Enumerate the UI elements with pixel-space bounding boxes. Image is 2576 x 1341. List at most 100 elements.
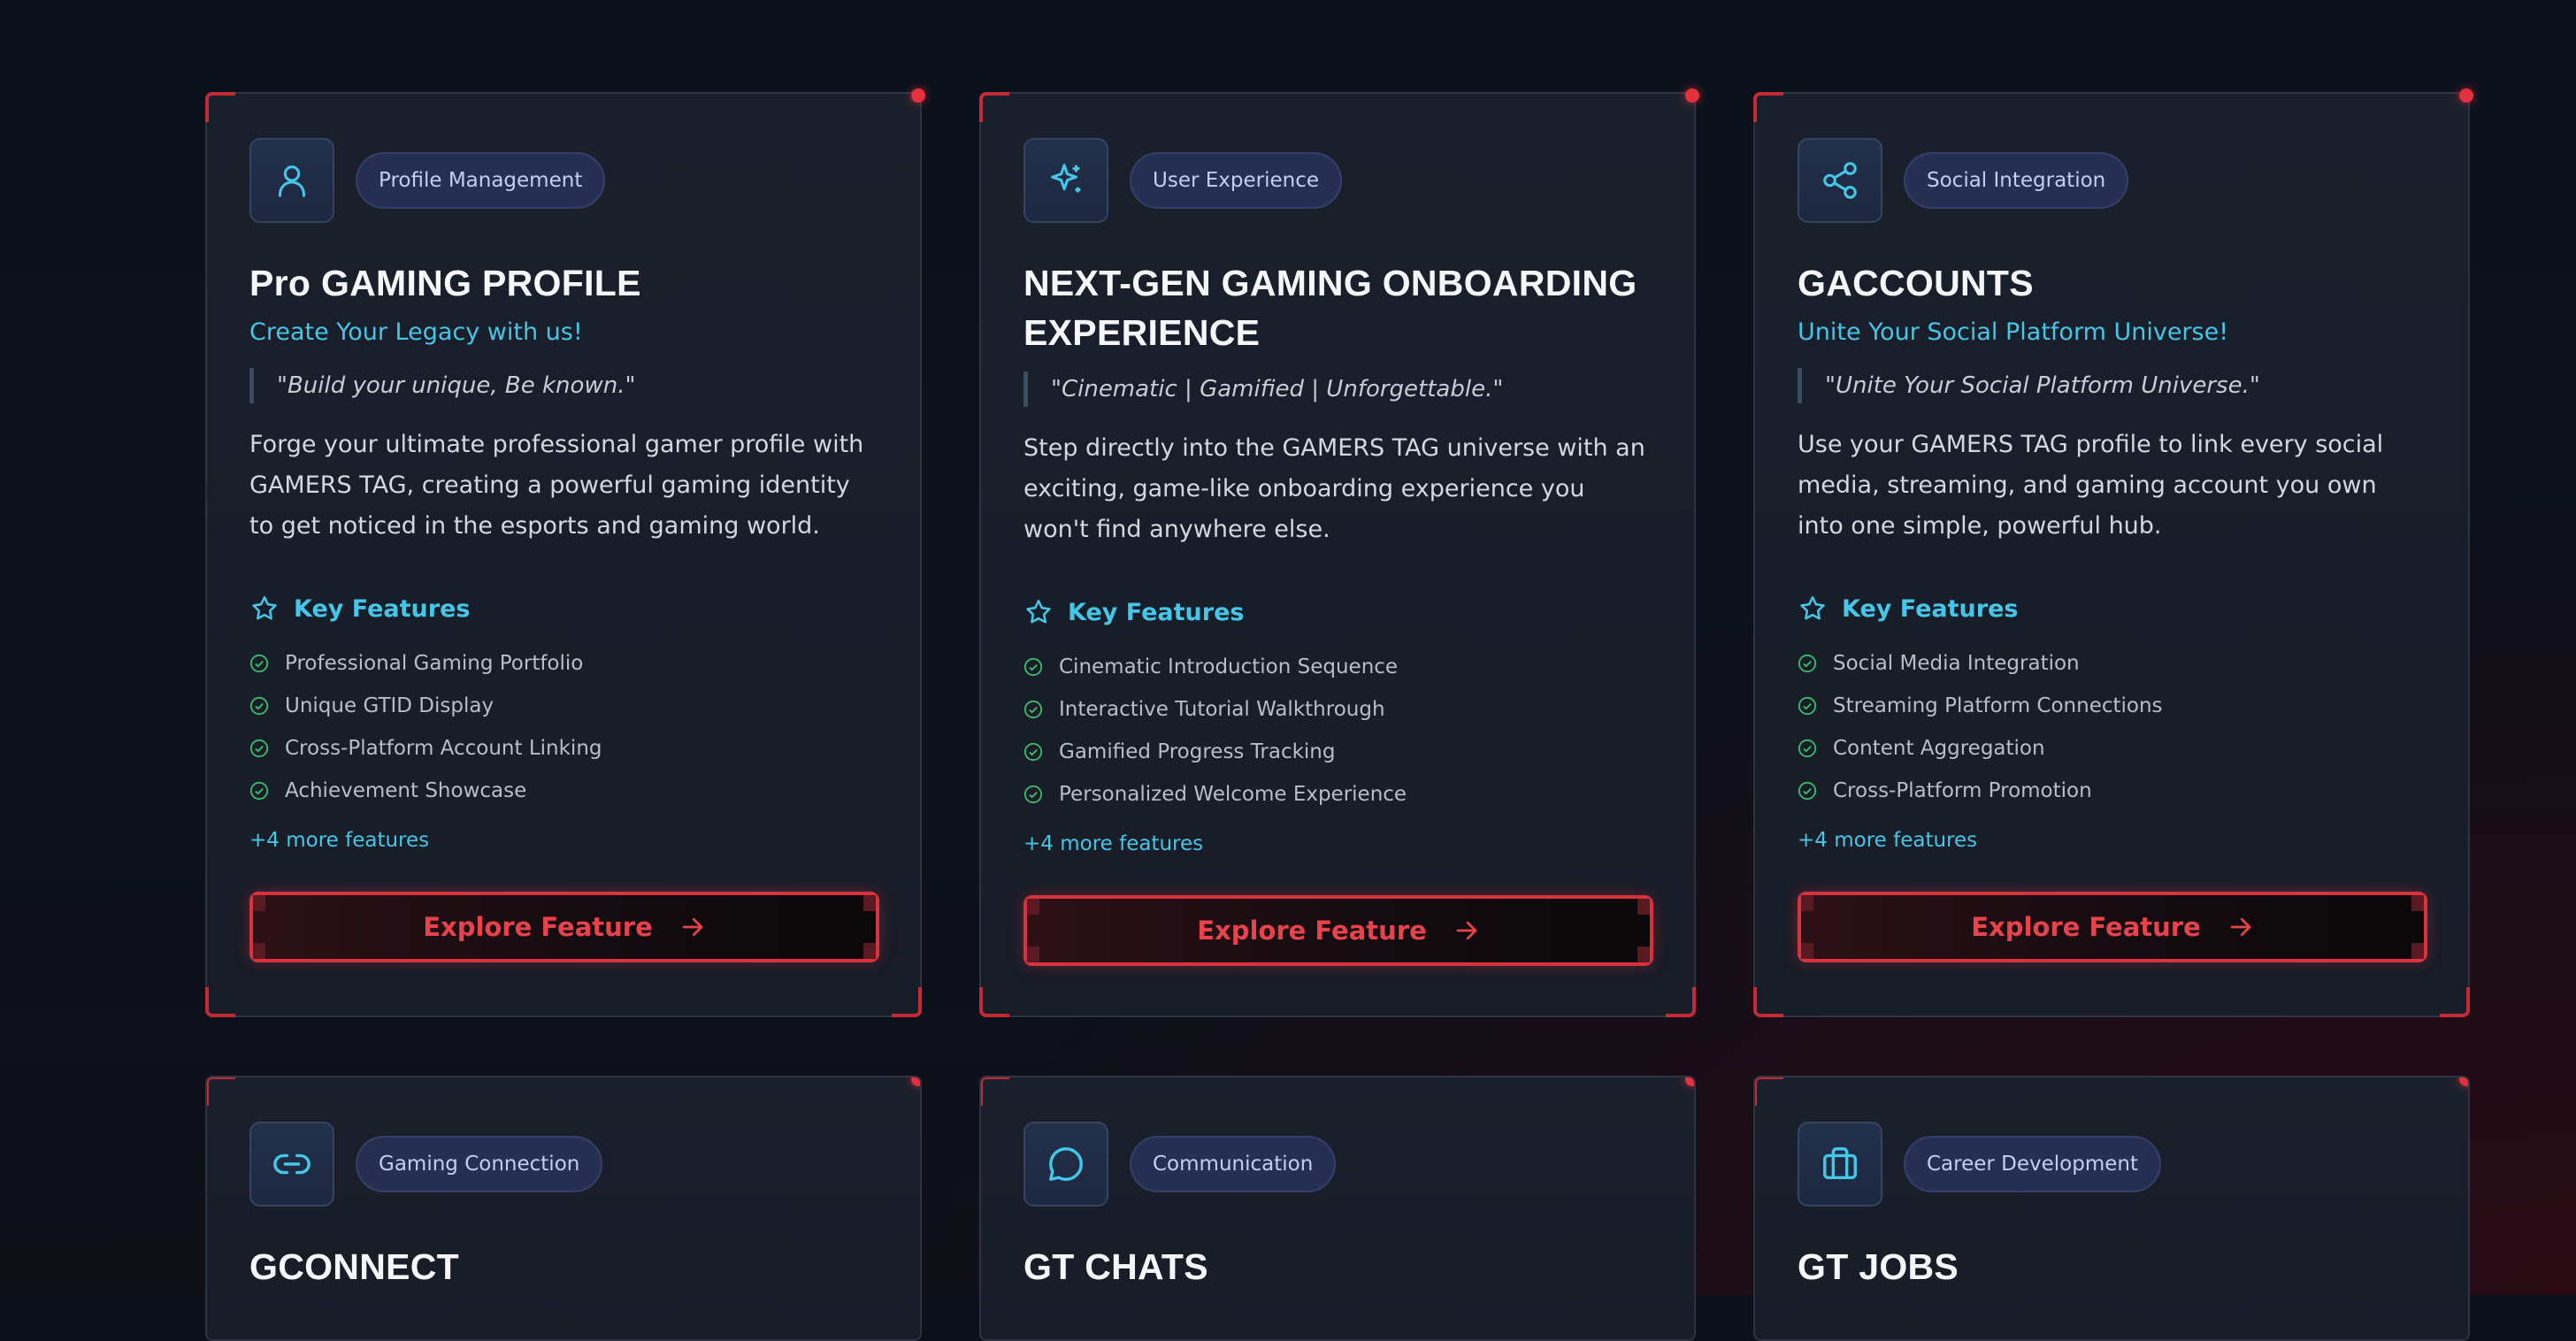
check-circle-icon (1798, 654, 1817, 673)
category-badge: Communication (1130, 1136, 1337, 1192)
feature-text: Personalized Welcome Experience (1059, 783, 1407, 806)
feature-card-grid: Profile Management Pro GAMING PROFILE Cr… (205, 88, 2473, 1341)
card-header: User Experience (1024, 136, 1652, 225)
explore-feature-button[interactable]: Explore Feature (249, 892, 879, 962)
feature-card-onboarding: User Experience NEXT-GEN GAMING ONBOARDI… (979, 88, 1699, 1017)
category-badge: Social Integration (1904, 152, 2129, 209)
list-item: Social Media Integration (1798, 642, 2426, 685)
card-header: Profile Management (249, 136, 878, 225)
check-circle-icon (1024, 700, 1043, 719)
card-corner-accent (205, 987, 235, 1017)
feature-list: Cinematic Introduction Sequence Interact… (1024, 646, 1652, 816)
feature-text: Unique GTID Display (285, 694, 494, 717)
category-badge: Gaming Connection (356, 1136, 603, 1192)
feature-text: Cross-Platform Promotion (1833, 779, 2092, 802)
briefcase-icon (1798, 1122, 1882, 1207)
list-item: Gamified Progress Tracking (1024, 731, 1652, 773)
card-status-dot (911, 88, 925, 103)
list-item: Professional Gaming Portfolio (249, 642, 878, 685)
list-item: Cross-Platform Promotion (1798, 770, 2426, 812)
card-corner-accent (207, 1077, 235, 1106)
list-item: Cinematic Introduction Sequence (1024, 646, 1652, 688)
check-circle-icon (1024, 785, 1043, 804)
check-circle-icon (1024, 657, 1043, 677)
card-status-dot (911, 1077, 920, 1086)
card-header: Communication (1024, 1120, 1652, 1208)
card-corner-accent (1666, 987, 1696, 1017)
user-icon (249, 138, 334, 223)
explore-feature-button[interactable]: Explore Feature (1024, 895, 1653, 966)
list-item: Content Aggregation (1798, 727, 2426, 770)
category-badge: Career Development (1904, 1136, 2162, 1192)
card-corner-accent (979, 987, 1009, 1017)
key-features-label: Key Features (1068, 598, 1245, 626)
share-icon (1798, 138, 1882, 223)
check-circle-icon (1798, 739, 1817, 758)
key-features-heading: Key Features (249, 591, 878, 626)
card-subtitle: Create Your Legacy with us! (249, 318, 583, 346)
star-icon (1026, 599, 1051, 624)
chat-bubble-icon (1024, 1122, 1108, 1207)
star-icon (1800, 595, 1825, 620)
arrow-right-icon (682, 917, 703, 937)
card-quote: "Unite Your Social Platform Universe." (1798, 368, 2426, 403)
card-description: Use your GAMERS TAG profile to link ever… (1798, 431, 2384, 540)
check-circle-icon (1798, 781, 1817, 801)
key-features-heading: Key Features (1798, 591, 2426, 626)
link-icon (249, 1122, 334, 1207)
check-circle-icon (249, 696, 269, 716)
card-corner-accent (892, 987, 922, 1017)
category-badge: User Experience (1130, 152, 1342, 209)
check-circle-icon (249, 739, 269, 758)
card-status-dot (2459, 88, 2473, 103)
card-status-dot (1685, 88, 1699, 103)
list-item: Cross-Platform Account Linking (249, 727, 878, 770)
check-circle-icon (1798, 696, 1817, 716)
list-item: Personalized Welcome Experience (1024, 773, 1652, 816)
check-circle-icon (1024, 742, 1043, 762)
list-item: Achievement Showcase (249, 770, 878, 812)
card-corner-accent (979, 92, 1009, 122)
feature-card-pro-gaming-profile: Profile Management Pro GAMING PROFILE Cr… (205, 88, 925, 1017)
feature-card-gaccounts: Social Integration GACCOUNTS Unite Your … (1753, 88, 2473, 1017)
card-title: GT JOBS (1798, 1246, 1959, 1287)
more-features-link[interactable]: +4 more features (249, 824, 878, 856)
card-header: Gaming Connection (249, 1120, 878, 1208)
card-corner-accent (1755, 1077, 1783, 1106)
list-item: Unique GTID Display (249, 685, 878, 727)
card-corner-accent (2440, 987, 2470, 1017)
card-corner-accent (981, 1077, 1009, 1106)
feature-card-gt-jobs: Career Development GT JOBS (1753, 1076, 2470, 1341)
category-badge: Profile Management (356, 152, 606, 209)
card-quote: "Build your unique, Be known." (249, 368, 878, 403)
card-title: Pro GAMING PROFILE (249, 263, 641, 303)
card-corner-accent (1753, 987, 1783, 1017)
feature-text: Professional Gaming Portfolio (285, 652, 584, 675)
key-features-label: Key Features (294, 594, 471, 623)
explore-feature-button[interactable]: Explore Feature (1798, 892, 2427, 962)
list-item: Streaming Platform Connections (1798, 685, 2426, 727)
more-features-link[interactable]: +4 more features (1024, 828, 1652, 860)
explore-button-label: Explore Feature (1971, 912, 2201, 942)
feature-card-gconnect: Gaming Connection GCONNECT (205, 1076, 922, 1341)
feature-text: Interactive Tutorial Walkthrough (1059, 698, 1385, 721)
feature-text: Streaming Platform Connections (1833, 694, 2163, 717)
feature-text: Content Aggregation (1833, 737, 2045, 760)
check-circle-icon (249, 654, 269, 673)
card-subtitle: Unite Your Social Platform Universe! (1798, 318, 2229, 346)
key-features-heading: Key Features (1024, 594, 1652, 630)
card-corner-accent (205, 92, 235, 122)
card-title: GACCOUNTS (1798, 263, 2034, 303)
card-quote: "Cinematic | Gamified | Unforgettable." (1024, 372, 1652, 407)
star-icon (252, 595, 277, 620)
card-title: NEXT-GEN GAMING ONBOARDING EXPERIENCE (1024, 263, 1637, 353)
card-header: Career Development (1798, 1120, 2426, 1208)
card-status-dot (1685, 1077, 1694, 1086)
card-title: GCONNECT (249, 1246, 460, 1287)
card-header: Social Integration (1798, 136, 2426, 225)
key-features-label: Key Features (1842, 594, 2019, 623)
arrow-right-icon (1456, 921, 1477, 940)
card-corner-accent (1753, 92, 1783, 122)
check-circle-icon (249, 781, 269, 801)
more-features-link[interactable]: +4 more features (1798, 824, 2426, 856)
